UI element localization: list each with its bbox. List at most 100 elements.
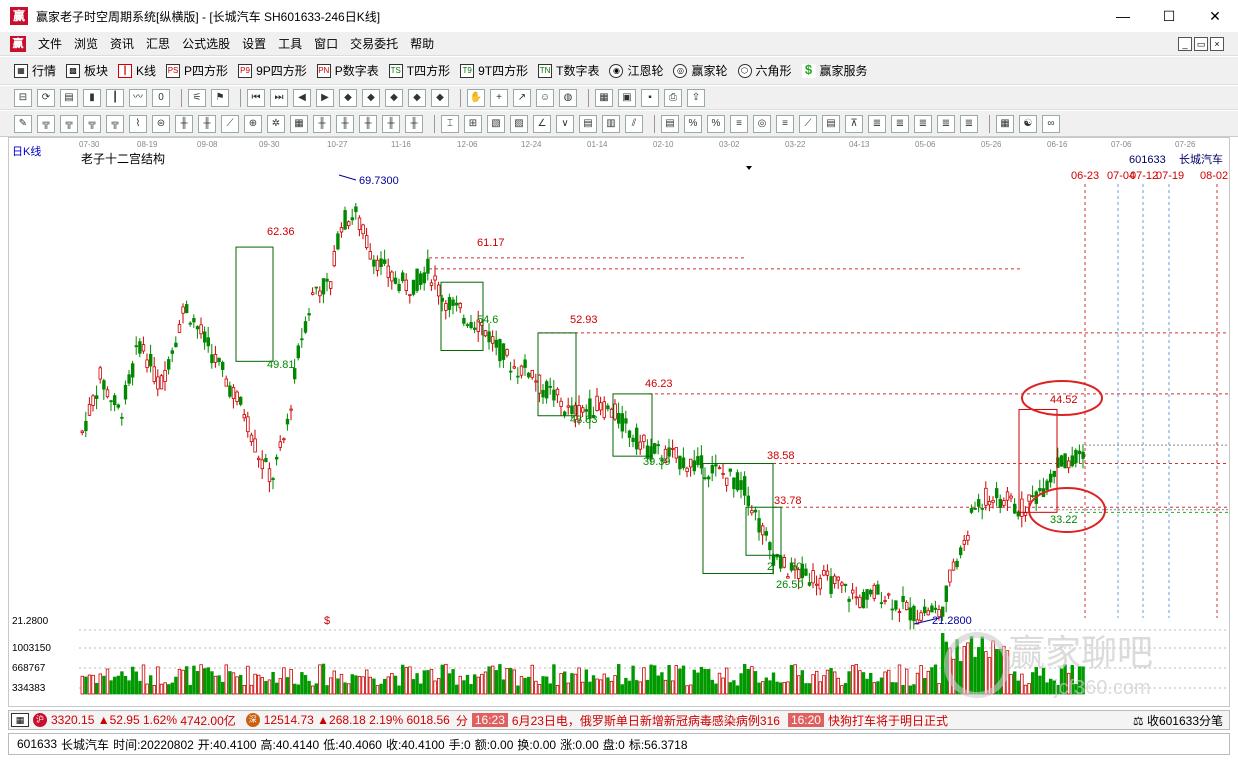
diamond-4-icon[interactable]: ◆ xyxy=(408,88,426,107)
table-icon[interactable]: ▦ xyxy=(996,114,1014,133)
tool-12-icon[interactable]: ✲ xyxy=(267,114,285,133)
kline-chart-panel[interactable]: 07-30 08-19 09-08 09-30 10-27 11-16 12-06 12-24… xyxy=(8,137,1230,707)
toolbar-gann-wheel[interactable]: ◉ 江恩轮 xyxy=(609,62,663,79)
tool-37-icon[interactable]: ≣ xyxy=(868,114,886,133)
tool-28-icon[interactable]: ▤ xyxy=(661,114,679,133)
tool-20-icon[interactable]: ⊞ xyxy=(464,114,482,133)
globe-icon[interactable]: ◍ xyxy=(559,88,577,107)
tool-14-icon[interactable]: ╫ xyxy=(313,114,331,133)
zero-icon[interactable]: 0 xyxy=(152,88,170,107)
tool-40-icon[interactable]: ≣ xyxy=(937,114,955,133)
kline-chart[interactable]: 07-30 08-19 09-08 09-30 10-27 11-16 12-06 12-24… xyxy=(9,138,1231,708)
tool-9-icon[interactable]: ╫ xyxy=(198,114,216,133)
tool-16-icon[interactable]: ╫ xyxy=(359,114,377,133)
tool-27-icon[interactable]: ⫽ xyxy=(625,114,643,133)
tool-11-icon[interactable]: ⊕ xyxy=(244,114,262,133)
yin-yang-icon[interactable]: ☯ xyxy=(1019,114,1037,133)
tick-detail-link[interactable]: ⚖ 收601633分笔 xyxy=(1128,711,1223,729)
toolbar-9p-square[interactable]: P9 9P四方形 xyxy=(238,62,307,79)
mdi-restore-button[interactable]: ▭ xyxy=(1194,36,1208,51)
keyboard-icon[interactable]: ▦ xyxy=(11,713,29,727)
maximize-button[interactable]: ☐ xyxy=(1146,0,1192,32)
toolbar-9t-square[interactable]: T9 9T四方形 xyxy=(460,62,528,79)
diamond-2-icon[interactable]: ◆ xyxy=(362,88,380,107)
mdi-close-button[interactable]: × xyxy=(1210,36,1224,51)
tool-18-icon[interactable]: ╫ xyxy=(405,114,423,133)
toolbar-hexagon[interactable]: ⬡ 六角形 xyxy=(737,62,792,79)
tool-4-icon[interactable]: ╦ xyxy=(83,114,101,133)
tool-35-icon[interactable]: ▤ xyxy=(822,114,840,133)
news-headline[interactable]: 6月23日电，俄罗斯单日新增新冠病毒感染病例316 xyxy=(512,712,780,729)
tool-41-icon[interactable]: ≣ xyxy=(960,114,978,133)
last-icon[interactable]: ⏭ xyxy=(270,88,288,107)
news-headline[interactable]: 快狗打车将于明日正式 xyxy=(828,712,948,729)
flag-icon[interactable]: ⚑ xyxy=(211,88,229,107)
prev-icon[interactable]: ◀ xyxy=(293,88,311,107)
tool-34-icon[interactable]: ⟋ xyxy=(799,114,817,133)
diamond-3-icon[interactable]: ◆ xyxy=(385,88,403,107)
toolbar-quotes[interactable]: ▦ 行情 xyxy=(14,62,56,79)
tool-17-icon[interactable]: ╫ xyxy=(382,114,400,133)
toolbar-sectors[interactable]: ▩ 板块 xyxy=(66,62,108,79)
save-icon[interactable]: ▪ xyxy=(641,88,659,107)
next-icon[interactable]: ▶ xyxy=(316,88,334,107)
tool-3-icon[interactable]: ╦ xyxy=(60,114,78,133)
menu-help[interactable]: 帮助 xyxy=(404,35,440,52)
menu-tools[interactable]: 工具 xyxy=(272,35,308,52)
tool-38-icon[interactable]: ≣ xyxy=(891,114,909,133)
menu-settings[interactable]: 设置 xyxy=(236,35,272,52)
tool-8-icon[interactable]: ╫ xyxy=(175,114,193,133)
candle-icon[interactable]: ┃ xyxy=(106,88,124,107)
tool-24-icon[interactable]: ∨ xyxy=(556,114,574,133)
tool-21-icon[interactable]: ▧ xyxy=(487,114,505,133)
tool-22-icon[interactable]: ▨ xyxy=(510,114,528,133)
menu-browse[interactable]: 浏览 xyxy=(68,35,104,52)
toolbar-p-table[interactable]: PN P数字表 xyxy=(316,62,379,79)
trend-icon[interactable]: ↗ xyxy=(513,88,531,107)
print-icon[interactable]: ⎙ xyxy=(664,88,682,107)
close-button[interactable]: ✕ xyxy=(1192,0,1238,32)
infinity-icon[interactable]: ∞ xyxy=(1042,114,1060,133)
diamond-1-icon[interactable]: ◆ xyxy=(339,88,357,107)
tool-39-icon[interactable]: ≣ xyxy=(914,114,932,133)
menu-huisi[interactable]: 汇思 xyxy=(140,35,176,52)
tool-31-icon[interactable]: ≡ xyxy=(730,114,748,133)
tool-32-icon[interactable]: ◎ xyxy=(753,114,771,133)
document-icon[interactable]: ▤ xyxy=(60,88,78,107)
tool-26-icon[interactable]: ▥ xyxy=(602,114,620,133)
first-icon[interactable]: ⏮ xyxy=(247,88,265,107)
toolbar-t-table[interactable]: TN T数字表 xyxy=(538,62,599,79)
mdi-minimize-button[interactable]: _ xyxy=(1178,36,1192,51)
hand-icon[interactable]: ✋ xyxy=(467,88,485,107)
crosshair-icon[interactable]: + xyxy=(490,88,508,107)
tool-36-icon[interactable]: ⊼ xyxy=(845,114,863,133)
toolbar-service[interactable]: $ 赢家服务 xyxy=(801,62,868,79)
export-icon[interactable]: ⇪ xyxy=(687,88,705,107)
menu-trade[interactable]: 交易委托 xyxy=(344,35,404,52)
tool-23-icon[interactable]: ∠ xyxy=(533,114,551,133)
signal-icon[interactable]: ⚟ xyxy=(188,88,206,107)
tool-25-icon[interactable]: ▤ xyxy=(579,114,597,133)
tool-7-icon[interactable]: ⊜ xyxy=(152,114,170,133)
percent-icon[interactable]: % xyxy=(707,114,725,133)
minimize-button[interactable]: — xyxy=(1100,0,1146,32)
toolbar-kline[interactable]: ┃ K线 xyxy=(118,62,156,79)
calculator-icon[interactable]: ▣ xyxy=(618,88,636,107)
calendar-icon[interactable]: ▦ xyxy=(595,88,613,107)
diamond-5-icon[interactable]: ◆ xyxy=(431,88,449,107)
menu-info[interactable]: 资讯 xyxy=(104,35,140,52)
toolbar-winner-wheel[interactable]: ◎ 赢家轮 xyxy=(673,62,728,79)
tool-6-icon[interactable]: ⌇ xyxy=(129,114,147,133)
toolbar-p-square[interactable]: PS P四方形 xyxy=(166,62,228,79)
tool-10-icon[interactable]: ⟋ xyxy=(221,114,239,133)
pen-icon[interactable]: ✎ xyxy=(14,114,32,133)
tool-29-icon[interactable]: % xyxy=(684,114,702,133)
menu-file[interactable]: 文件 xyxy=(32,35,68,52)
refresh-icon[interactable]: ⟳ xyxy=(37,88,55,107)
person-icon[interactable]: ☺ xyxy=(536,88,554,107)
shanghai-index[interactable]: 沪 3320.15 ▲52.95 1.62% 4742.00亿 xyxy=(29,712,236,729)
tool-13-icon[interactable]: ▦ xyxy=(290,114,308,133)
tool-5-icon[interactable]: ╦ xyxy=(106,114,124,133)
layout-dropdown-icon[interactable]: ⊟ xyxy=(14,88,32,107)
tool-15-icon[interactable]: ╫ xyxy=(336,114,354,133)
